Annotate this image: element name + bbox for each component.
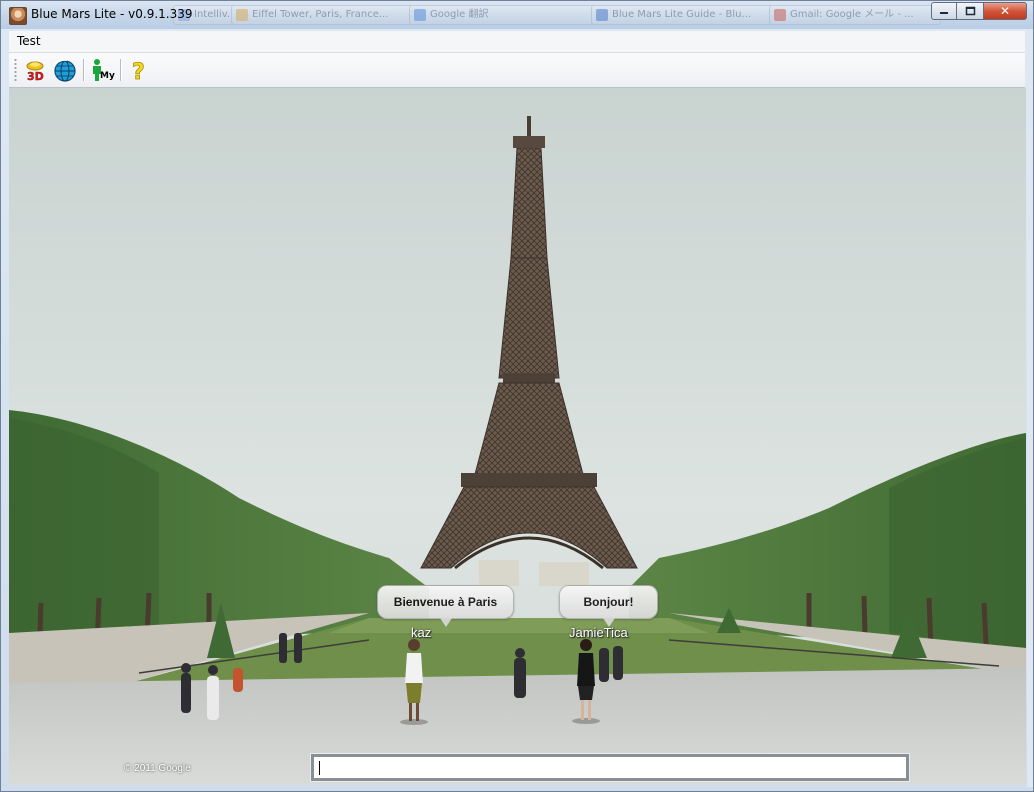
maximize-button[interactable]	[957, 2, 983, 20]
background-tab: Google 翻訳	[409, 5, 607, 25]
favicon-icon	[236, 9, 248, 21]
my-label: My	[100, 71, 115, 81]
toolbar: 3D My ?	[9, 53, 1025, 88]
close-icon: ✕	[999, 4, 1011, 18]
chat-bubble: Bienvenue à Paris	[377, 585, 514, 627]
help-button[interactable]: ?	[126, 57, 152, 86]
help-glyph: ?	[132, 60, 145, 83]
3d-viewport[interactable]: Bienvenue à Paris kaz Bonjour! JamieTica…	[9, 88, 1026, 785]
minimize-icon	[940, 12, 948, 14]
avatar-name-kaz[interactable]: kaz	[411, 625, 431, 640]
background-tabs: Intelliv... Eiffel Tower, Paris, France.…	[173, 3, 941, 25]
menu-item-test[interactable]: Test	[14, 34, 44, 48]
title-bar[interactable]: Intelliv... Eiffel Tower, Paris, France.…	[1, 1, 1033, 29]
chat-bubble-text: Bonjour!	[583, 595, 634, 609]
3d-label: 3D	[27, 70, 44, 83]
window-controls: ✕	[931, 2, 1027, 21]
3d-button[interactable]: 3D	[23, 57, 49, 83]
toolbar-grip[interactable]	[14, 58, 17, 82]
trocadero-building	[479, 560, 519, 586]
chat-bubble: Bonjour!	[559, 585, 658, 627]
avatar-name-jamietica[interactable]: JamieTica	[569, 625, 628, 640]
my-avatar-button[interactable]: My	[89, 57, 115, 83]
toolbar-separator	[120, 59, 122, 81]
close-button[interactable]: ✕	[983, 2, 1027, 20]
lawn-far	[329, 618, 709, 633]
app-window: Intelliv... Eiffel Tower, Paris, France.…	[0, 0, 1034, 792]
menu-bar: Test	[9, 31, 1025, 53]
help-icon: ?	[132, 60, 146, 86]
favicon-icon	[774, 9, 786, 21]
favicon-icon	[414, 9, 426, 21]
minimize-button[interactable]	[931, 2, 957, 20]
favicon-icon	[596, 9, 608, 21]
background-tab: Gmail: Google メール - ...	[769, 5, 941, 25]
globe-button[interactable]	[51, 57, 77, 83]
globe-icon	[53, 58, 76, 82]
3d-icon: 3D	[26, 61, 44, 83]
eiffel-tower-scene	[9, 88, 1026, 785]
window-title: Blue Mars Lite - v0.9.1.339	[31, 7, 193, 21]
chat-input[interactable]	[310, 753, 910, 782]
window-edge	[1027, 31, 1033, 787]
chat-bubble-text: Bienvenue à Paris	[393, 595, 498, 609]
trocadero-building	[539, 562, 589, 586]
my-avatar-icon: My	[93, 59, 115, 81]
background-tab: Eiffel Tower, Paris, France...	[231, 5, 425, 25]
copyright-notice: © 2011 Google	[124, 763, 191, 774]
toolbar-separator	[83, 59, 85, 81]
background-tab: Blue Mars Lite Guide - Blu...	[591, 5, 785, 25]
maximize-icon	[965, 6, 975, 16]
app-avatar-icon	[9, 7, 27, 25]
